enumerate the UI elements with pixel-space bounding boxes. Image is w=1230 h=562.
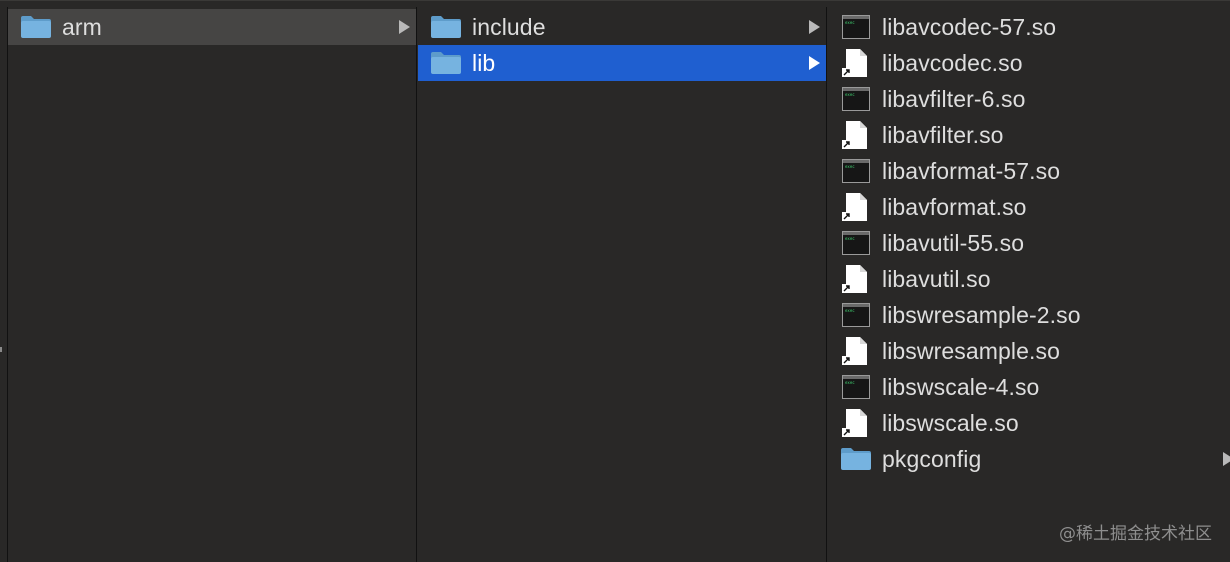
file-label: libavfilter-6.so [882,85,1026,112]
column-arm-parent[interactable]: arm [8,7,417,562]
column-lib[interactable]: exec libavcodec-57.so libavcodec.so exec… [828,7,1230,562]
file-row[interactable]: exec libavutil-55.so [828,225,1230,261]
parent-column-strip[interactable] [0,7,8,562]
file-label: libavfilter.so [882,121,1004,148]
chevron-right-icon [1223,452,1230,466]
file-row[interactable]: libavcodec.so [828,45,1230,81]
folder-icon [429,12,463,42]
folder-icon [19,12,53,42]
exec-file-icon: exec [839,228,873,258]
watermark-text: @稀土掘金技术社区 [1059,524,1212,544]
exec-file-icon: exec [839,300,873,330]
file-label: libswscale.so [882,409,1019,436]
file-label: libswresample.so [882,337,1060,364]
file-row[interactable]: exec libavfilter-6.so [828,81,1230,117]
svg-text:exec: exec [845,20,855,25]
file-label: libavutil-55.so [882,229,1025,256]
alias-file-icon [839,408,873,438]
folder-row-lib[interactable]: lib [418,45,826,81]
file-row[interactable]: exec libavcodec-57.so [828,9,1230,45]
file-label: libavformat.so [882,193,1027,220]
folder-row-pkgconfig[interactable]: pkgconfig [828,441,1230,477]
finder-column-browser: arm include lib exec libavcodec-57.so li… [0,0,1230,562]
file-row[interactable]: exec libavformat-57.so [828,153,1230,189]
file-row[interactable]: libswresample.so [828,333,1230,369]
svg-text:exec: exec [845,92,855,97]
folder-label: include [472,13,546,40]
file-row[interactable]: exec libswresample-2.so [828,297,1230,333]
alias-file-icon [839,336,873,366]
folder-row-include[interactable]: include [418,9,826,45]
file-row[interactable]: exec libswscale-4.so [828,369,1230,405]
chevron-right-icon [399,20,410,34]
file-row[interactable]: libavfilter.so [828,117,1230,153]
file-label: libavutil.so [882,265,991,292]
file-row[interactable]: libavformat.so [828,189,1230,225]
exec-file-icon: exec [839,12,873,42]
svg-text:exec: exec [845,236,855,241]
column-resize-marker[interactable] [0,347,2,352]
file-label: libavcodec.so [882,49,1023,76]
svg-text:exec: exec [845,380,855,385]
exec-file-icon: exec [839,84,873,114]
alias-file-icon [839,48,873,78]
svg-text:exec: exec [845,164,855,169]
folder-row-arm[interactable]: arm [8,9,416,45]
file-row[interactable]: libavutil.so [828,261,1230,297]
folder-icon [429,48,463,78]
exec-file-icon: exec [839,372,873,402]
file-label: libavcodec-57.so [882,13,1057,40]
alias-file-icon [839,192,873,222]
alias-file-icon [839,264,873,294]
chevron-right-icon [809,56,820,70]
file-label: libavformat-57.so [882,157,1061,184]
exec-file-icon: exec [839,156,873,186]
column-arm[interactable]: include lib [418,7,827,562]
folder-label: arm [62,13,102,40]
svg-text:exec: exec [845,308,855,313]
folder-label: lib [472,49,496,76]
folder-label: pkgconfig [882,445,982,472]
file-label: libswscale-4.so [882,373,1040,400]
chevron-right-icon [809,20,820,34]
file-label: libswresample-2.so [882,301,1081,328]
alias-file-icon [839,120,873,150]
folder-icon [839,444,873,474]
file-row[interactable]: libswscale.so [828,405,1230,441]
